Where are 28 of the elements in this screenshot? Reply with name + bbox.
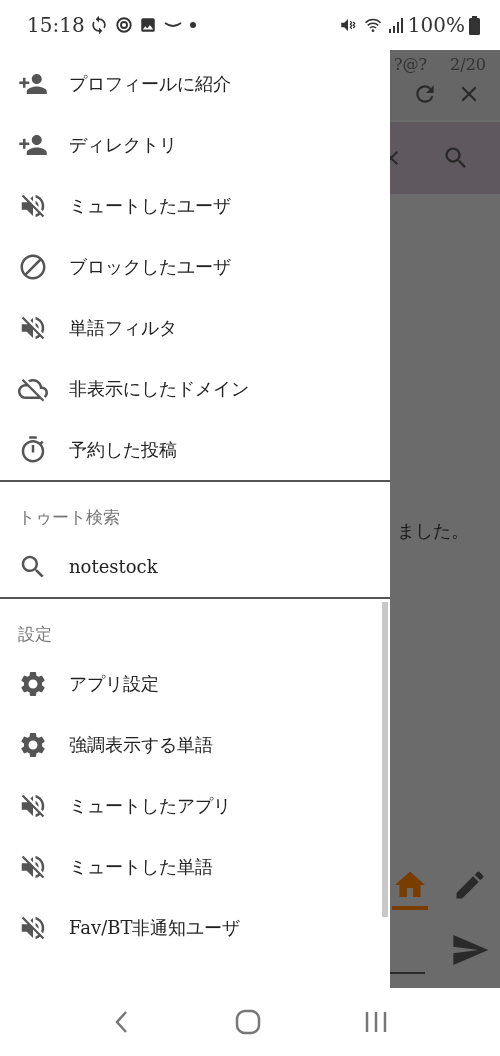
drawer-menu-item[interactable]: 予約した投稿 — [0, 419, 390, 480]
drawer-menu-item[interactable]: アプリ設定 — [0, 653, 390, 714]
drawer-menu-item[interactable]: notestock — [0, 536, 390, 597]
post-text: ました。 — [396, 519, 470, 543]
drawer-menu-item[interactable]: 非表示にしたドメイン — [0, 358, 390, 419]
drawer-menu-item[interactable]: プロフィールに紹介 — [0, 53, 390, 114]
section-header: トゥート検索 — [18, 505, 120, 529]
clock: 15:18 — [27, 12, 85, 39]
drawer-menu-item[interactable]: Fav/BT非通知ユーザ — [0, 897, 390, 958]
target-icon — [114, 16, 133, 34]
drawer-menu-item[interactable]: ミュートしたユーザ — [0, 175, 390, 236]
account-label: ?@? — [394, 54, 428, 76]
dot-icon — [188, 21, 197, 29]
battery-percent: 100% — [407, 12, 465, 39]
battery-icon — [469, 15, 480, 35]
drawer-menu-item[interactable]: 強調表示する単語 — [0, 714, 390, 775]
recents-icon[interactable] — [364, 1010, 389, 1034]
section-header: 設定 — [18, 622, 52, 646]
signal-icon — [387, 16, 404, 34]
drawer-menu-item[interactable]: ブロックしたユーザ — [0, 236, 390, 297]
home-button-icon[interactable] — [235, 1009, 261, 1035]
drawer-menu-item[interactable]: ミュートしたアプリ — [0, 775, 390, 836]
drawer-menu-item[interactable]: ミュートした単語 — [0, 836, 390, 897]
input-underline — [390, 972, 425, 974]
image-icon — [138, 16, 157, 34]
drawer-menu-item[interactable]: 単語フィルタ — [0, 297, 390, 358]
smile-icon — [162, 20, 183, 30]
drawer-menu-item[interactable]: ディレクトリ — [0, 114, 390, 175]
